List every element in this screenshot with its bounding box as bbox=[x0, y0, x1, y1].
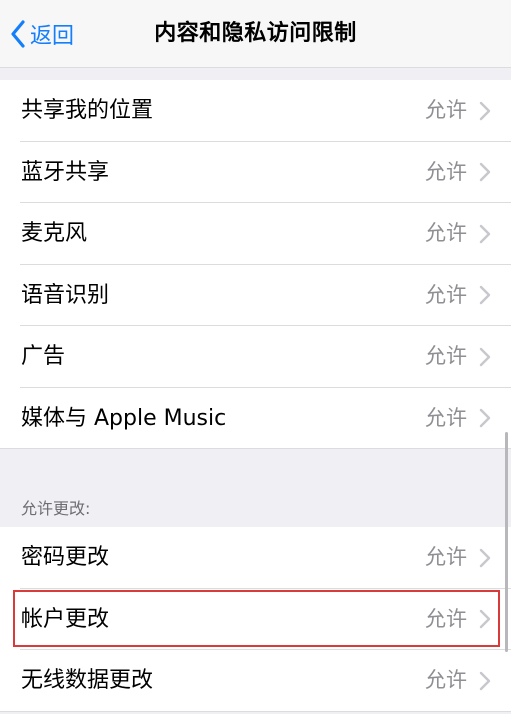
chevron-right-icon bbox=[479, 347, 491, 366]
setting-label: 广告 bbox=[21, 344, 66, 369]
setting-label: 帐户更改 bbox=[21, 606, 110, 632]
chevron-right-icon bbox=[479, 409, 491, 428]
setting-label: 蓝牙共享 bbox=[21, 159, 110, 185]
setting-value: 允许 bbox=[425, 282, 467, 307]
chevron-right-icon bbox=[479, 101, 491, 120]
setting-value: 允许 bbox=[425, 545, 467, 569]
setting-value: 允许 bbox=[425, 159, 467, 184]
chevron-right-icon bbox=[479, 610, 491, 629]
setting-value: 允许 bbox=[425, 668, 467, 692]
setting-row-cellular-data-changes[interactable]: 无线数据更改 允许 bbox=[0, 650, 511, 712]
setting-value: 允许 bbox=[425, 405, 467, 430]
navigation-bar: 返回 内容和隐私访问限制 bbox=[0, 0, 511, 68]
setting-row-media-apple-music[interactable]: 媒体与 Apple Music 允许 bbox=[0, 388, 511, 450]
section-header-allow-changes: 允许更改: bbox=[21, 499, 91, 518]
setting-row-microphone[interactable]: 麦克风 允许 bbox=[0, 203, 511, 265]
setting-value: 允许 bbox=[425, 344, 467, 368]
setting-label: 语音识别 bbox=[21, 282, 110, 308]
page-title: 内容和隐私访问限制 bbox=[154, 21, 357, 46]
setting-row-bluetooth-sharing[interactable]: 蓝牙共享 允许 bbox=[0, 142, 511, 204]
allow-changes-group: 密码更改 允许 帐户更改 允许 无线数据更改 允许 bbox=[0, 527, 511, 712]
privacy-settings-group: 共享我的位置 允许 蓝牙共享 允许 麦克风 允许 语音识别 允许 广告 允许 媒… bbox=[0, 80, 511, 449]
setting-row-passcode-changes[interactable]: 密码更改 允许 bbox=[0, 527, 511, 589]
setting-row-speech-recognition[interactable]: 语音识别 允许 bbox=[0, 265, 511, 327]
setting-row-share-location[interactable]: 共享我的位置 允许 bbox=[0, 80, 511, 142]
chevron-right-icon bbox=[479, 163, 491, 182]
setting-label: 麦克风 bbox=[21, 221, 88, 246]
setting-label: 共享我的位置 bbox=[21, 98, 154, 123]
setting-value: 允许 bbox=[425, 606, 467, 631]
setting-label: 密码更改 bbox=[21, 545, 110, 570]
setting-label: 无线数据更改 bbox=[21, 668, 154, 693]
chevron-right-icon bbox=[479, 286, 491, 305]
scroll-indicator[interactable] bbox=[505, 432, 508, 652]
chevron-right-icon bbox=[479, 224, 491, 243]
setting-row-advertising[interactable]: 广告 允许 bbox=[0, 326, 511, 388]
chevron-right-icon bbox=[479, 548, 491, 567]
setting-label: 媒体与 Apple Music bbox=[21, 405, 227, 431]
setting-value: 允许 bbox=[425, 98, 467, 122]
setting-row-account-changes[interactable]: 帐户更改 允许 bbox=[0, 589, 511, 651]
chevron-right-icon bbox=[479, 671, 491, 690]
setting-value: 允许 bbox=[425, 221, 467, 245]
